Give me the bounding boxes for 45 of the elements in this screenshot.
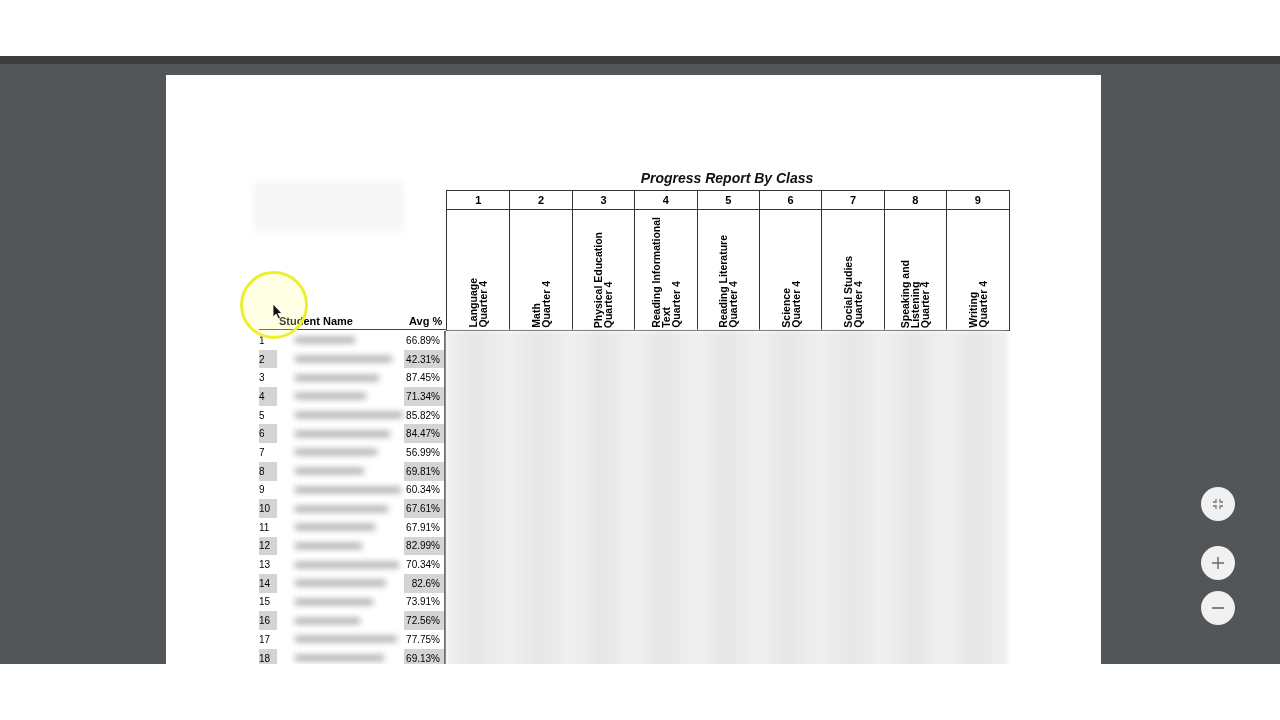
redacted-name [295, 337, 355, 344]
column-header: Language Quarter 4 [468, 278, 489, 328]
redacted-name [295, 393, 366, 400]
row-number: 16 [259, 611, 277, 630]
zoom-in-button[interactable] [1201, 546, 1235, 580]
zoom-out-button[interactable] [1201, 591, 1235, 625]
fit-page-button[interactable] [1201, 487, 1235, 521]
column-number: 4 [635, 191, 697, 210]
average-cell: 72.56% [404, 611, 446, 630]
row-number: 10 [259, 499, 277, 518]
column-number: 1 [447, 191, 510, 210]
column-header: Speaking and Listening Quarter 4 [900, 259, 931, 328]
column-header: Physical Education Quarter 4 [593, 231, 614, 328]
column-header: Math Quarter 4 [531, 281, 552, 328]
row-number: 6 [259, 424, 277, 444]
redacted-name [295, 468, 364, 475]
column-number: 3 [572, 191, 635, 210]
average-cell: 71.34% [404, 387, 446, 406]
column-header: Science Quarter 4 [780, 281, 801, 328]
column-header: Reading Literature Quarter 4 [718, 235, 739, 328]
average-cell: 67.61% [404, 499, 446, 518]
column-header: Writing Quarter 4 [967, 281, 988, 328]
report-title: Progress Report By Class [640, 170, 814, 188]
column-number: 9 [947, 191, 1009, 210]
collapse-icon [1212, 498, 1224, 510]
average-cell: 87.45% [404, 368, 446, 388]
pointer-icon [273, 304, 283, 319]
plus-icon [1212, 557, 1224, 569]
average-cell: 56.99% [404, 443, 446, 462]
column-number: 5 [697, 191, 759, 210]
average-cell: 77.75% [404, 630, 446, 649]
column-number: 6 [759, 191, 822, 210]
column-header: Avg % [409, 315, 443, 327]
minus-icon [1212, 607, 1224, 609]
average-cell: 84.47% [404, 424, 446, 444]
average-cell: 70.34% [404, 555, 446, 574]
column-number: 7 [822, 191, 884, 210]
column-header: Reading Informational Text Quarter 4 [650, 217, 681, 328]
row-number: 4 [259, 387, 277, 406]
redacted-name [295, 617, 360, 624]
column-number: 2 [510, 191, 572, 210]
average-cell: 66.89% [404, 331, 446, 350]
column-number: 8 [884, 191, 947, 210]
redacted-name [295, 542, 362, 549]
column-header: Social Studies Quarter 4 [843, 256, 864, 328]
